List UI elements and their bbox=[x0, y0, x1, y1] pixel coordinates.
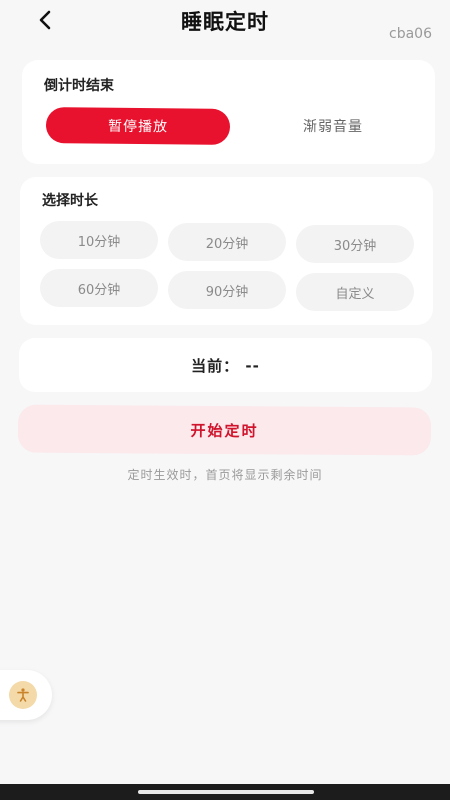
duration-10-button[interactable]: 10分钟 bbox=[40, 221, 158, 259]
page-title: 睡眠定时 bbox=[181, 10, 269, 34]
duration-60-button[interactable]: 60分钟 bbox=[40, 269, 158, 307]
duration-30-button[interactable]: 30分钟 bbox=[296, 225, 414, 263]
start-timer-button[interactable]: 开始定时 bbox=[17, 404, 432, 456]
accessibility-icon bbox=[17, 688, 29, 702]
countdown-end-card: 倒计时结束 暂停播放 渐弱音量 bbox=[22, 60, 435, 164]
sleep-timer-screen: 睡眠定时 cba06 倒计时结束 暂停播放 渐弱音量 选择时长 10分钟 20分… bbox=[0, 0, 450, 800]
home-indicator[interactable] bbox=[138, 790, 314, 794]
version-label: cba06 bbox=[389, 26, 432, 42]
fade-volume-option[interactable]: 渐弱音量 bbox=[248, 108, 418, 144]
countdown-end-title: 倒计时结束 bbox=[44, 78, 114, 94]
duration-90-button[interactable]: 90分钟 bbox=[168, 271, 286, 309]
accessibility-icon-bg bbox=[9, 681, 37, 709]
duration-custom-button[interactable]: 自定义 bbox=[296, 273, 414, 311]
current-timer-card: 当前： -- bbox=[19, 338, 432, 392]
header: 睡眠定时 cba06 bbox=[0, 0, 450, 48]
duration-card: 选择时长 10分钟 20分钟 30分钟 60分钟 90分钟 自定义 bbox=[20, 177, 433, 325]
hint-text: 定时生效时，首页将显示剩余时间 bbox=[127, 468, 323, 482]
duration-title: 选择时长 bbox=[42, 193, 98, 209]
accessibility-button[interactable] bbox=[0, 670, 52, 720]
pause-playback-option[interactable]: 暂停播放 bbox=[45, 107, 231, 145]
current-timer-text: 当前： -- bbox=[191, 356, 260, 375]
duration-20-button[interactable]: 20分钟 bbox=[168, 223, 286, 261]
